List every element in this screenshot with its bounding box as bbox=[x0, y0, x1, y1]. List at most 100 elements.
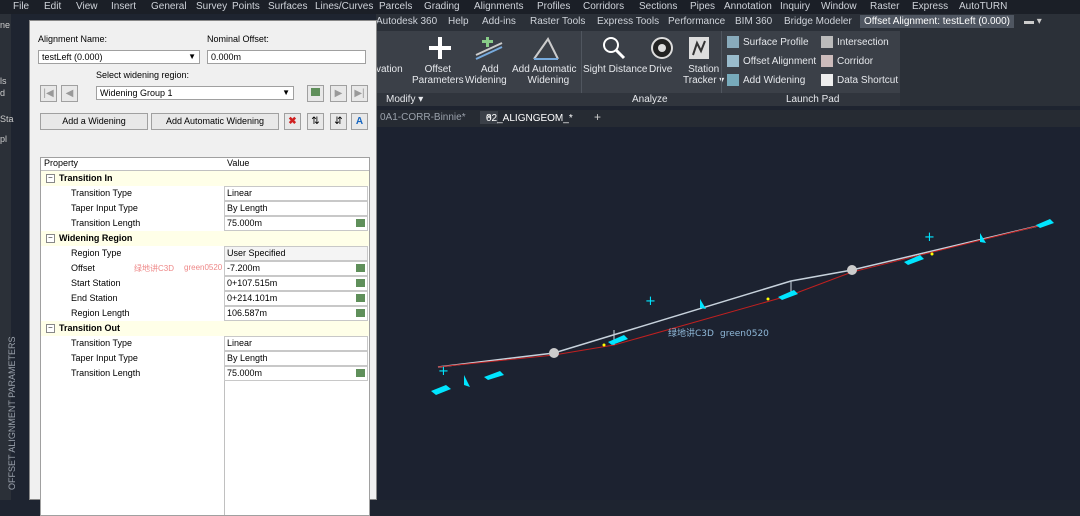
add-automatic-widening-button[interactable]: Add Automatic Widening bbox=[151, 113, 279, 130]
tab-express-tools[interactable]: Express Tools bbox=[597, 16, 659, 27]
property-value[interactable]: By Length bbox=[224, 351, 368, 366]
property-row[interactable]: Transition Length 75.000m bbox=[41, 216, 369, 231]
collapse-icon[interactable]: – bbox=[46, 324, 55, 333]
grip-diamond[interactable] bbox=[778, 290, 798, 300]
property-row[interactable]: Taper Input Type By Length bbox=[41, 201, 369, 216]
alignment-name-dropdown[interactable]: testLeft (0.000) ▼ bbox=[38, 50, 200, 64]
pick-region-button[interactable] bbox=[307, 85, 324, 102]
grip-triangle[interactable] bbox=[464, 375, 470, 387]
menu-survey[interactable]: Survey bbox=[196, 1, 227, 12]
grip-plus[interactable]: + bbox=[645, 294, 656, 309]
property-value[interactable]: By Length bbox=[224, 201, 368, 216]
property-value[interactable]: 0+107.515m bbox=[224, 276, 368, 291]
menu-annotation[interactable]: Annotation bbox=[724, 1, 772, 12]
property-value[interactable]: Linear bbox=[224, 186, 368, 201]
widening-region-dropdown[interactable]: Widening Group 1 ▼ bbox=[96, 86, 294, 100]
grip-diamond[interactable] bbox=[484, 371, 504, 380]
property-value[interactable]: 75.000m bbox=[224, 216, 368, 231]
alignment-line[interactable] bbox=[437, 223, 1047, 368]
property-row[interactable]: Transition Length 75.000m bbox=[41, 366, 369, 381]
corridor-button[interactable]: Corridor bbox=[837, 56, 873, 67]
pick-icon[interactable] bbox=[356, 279, 365, 287]
tab-bridge-modeler[interactable]: Bridge Modeler bbox=[784, 16, 852, 27]
menu-alignments[interactable]: Alignments bbox=[474, 1, 523, 12]
tab-autodesk-360[interactable]: Autodesk 360 bbox=[376, 16, 437, 27]
pick-icon[interactable] bbox=[356, 369, 365, 377]
grip-diamond[interactable] bbox=[431, 385, 451, 395]
sight-distance-button[interactable]: Sight Distance bbox=[583, 64, 647, 75]
tab-raster-tools[interactable]: Raster Tools bbox=[530, 16, 585, 27]
offset-alignment-button[interactable]: Offset Alignment bbox=[743, 56, 816, 67]
intersection-button[interactable]: Intersection bbox=[837, 37, 889, 48]
menu-pipes[interactable]: Pipes bbox=[690, 1, 715, 12]
property-row[interactable]: Region Length 106.587m bbox=[41, 306, 369, 321]
sort-button[interactable]: ⇅ bbox=[307, 113, 324, 130]
menu-file[interactable]: File bbox=[13, 1, 29, 12]
menu-general[interactable]: General bbox=[151, 1, 187, 12]
property-row[interactable]: Transition Type Linear bbox=[41, 186, 369, 201]
menu-profiles[interactable]: Profiles bbox=[537, 1, 570, 12]
next-region-button[interactable]: ▶ bbox=[330, 85, 347, 102]
group-transition-out[interactable]: – Transition Out bbox=[41, 321, 369, 336]
ribbon-elevation-button[interactable]: vation bbox=[376, 64, 403, 75]
menu-view[interactable]: View bbox=[76, 1, 98, 12]
property-value[interactable]: Linear bbox=[224, 336, 368, 351]
doc-tab-corridor[interactable]: 0A1-CORR-Binnie* bbox=[380, 112, 466, 123]
collapse-icon[interactable]: – bbox=[46, 174, 55, 183]
drive-button[interactable]: Drive bbox=[649, 64, 672, 75]
first-region-button[interactable]: |◀ bbox=[40, 85, 57, 102]
property-value[interactable]: User Specified bbox=[224, 246, 368, 261]
menu-window[interactable]: Window bbox=[821, 1, 857, 12]
tab-add-ins[interactable]: Add-ins bbox=[482, 16, 516, 27]
menu-edit[interactable]: Edit bbox=[44, 1, 61, 12]
menu-parcels[interactable]: Parcels bbox=[379, 1, 412, 12]
tab-bar-menu-icon[interactable]: ▬ ▾ bbox=[1024, 16, 1042, 27]
add-widening-button[interactable]: Add a Widening bbox=[40, 113, 148, 130]
grip-diamond[interactable] bbox=[1036, 219, 1054, 228]
station-tracker-button[interactable]: Station Tracker ▾ bbox=[683, 64, 724, 86]
tab-help[interactable]: Help bbox=[448, 16, 469, 27]
property-value[interactable]: 106.587m bbox=[224, 306, 368, 321]
drawing-viewport[interactable]: + + + 绿地讲C3D green0520 bbox=[376, 127, 1080, 500]
grip-triangle[interactable] bbox=[700, 299, 706, 309]
surface-profile-button[interactable]: Surface Profile bbox=[743, 37, 809, 48]
pick-icon[interactable] bbox=[356, 294, 365, 302]
tab-bim-360[interactable]: BIM 360 bbox=[735, 16, 772, 27]
new-tab-button[interactable]: + bbox=[594, 110, 601, 124]
panel-analyze[interactable]: Analyze bbox=[632, 94, 668, 105]
panel-modify[interactable]: Modify ▾ bbox=[386, 94, 423, 105]
text-style-button[interactable]: A bbox=[351, 113, 368, 130]
drawing-canvas[interactable]: + + + 绿地讲C3D green0520 bbox=[376, 127, 1080, 500]
property-value[interactable]: 0+214.101m bbox=[224, 291, 368, 306]
menu-lines-curves[interactable]: Lines/Curves bbox=[315, 1, 373, 12]
property-row[interactable]: End Station 0+214.101m bbox=[41, 291, 369, 306]
menu-express[interactable]: Express bbox=[912, 1, 948, 12]
collapse-icon[interactable]: – bbox=[46, 234, 55, 243]
menu-points[interactable]: Points bbox=[232, 1, 260, 12]
property-value[interactable]: -7.200m bbox=[224, 261, 368, 276]
tab-performance[interactable]: Performance bbox=[668, 16, 725, 27]
group-transition-in[interactable]: – Transition In bbox=[41, 171, 369, 186]
menu-sections[interactable]: Sections bbox=[639, 1, 677, 12]
property-value[interactable]: 75.000m bbox=[224, 366, 368, 381]
grip-plus[interactable]: + bbox=[924, 230, 935, 245]
grip-plus[interactable]: + bbox=[438, 364, 449, 379]
nominal-offset-field[interactable]: 0.000m bbox=[207, 50, 366, 64]
menu-corridors[interactable]: Corridors bbox=[583, 1, 624, 12]
data-shortcut-button[interactable]: Data Shortcut bbox=[837, 75, 898, 86]
menu-inquiry[interactable]: Inquiry bbox=[780, 1, 810, 12]
group-widening-region[interactable]: – Widening Region bbox=[41, 231, 369, 246]
delete-widening-button[interactable]: ✖ bbox=[284, 113, 301, 130]
property-row[interactable]: Transition Type Linear bbox=[41, 336, 369, 351]
menu-insert[interactable]: Insert bbox=[111, 1, 136, 12]
menu-surfaces[interactable]: Surfaces bbox=[268, 1, 307, 12]
pick-icon[interactable] bbox=[356, 309, 365, 317]
last-region-button[interactable]: ▶| bbox=[351, 85, 368, 102]
add-widening-small-button[interactable]: Add Widening bbox=[743, 75, 805, 86]
sort-alpha-button[interactable]: ⇵ bbox=[330, 113, 347, 130]
pick-icon[interactable] bbox=[356, 264, 365, 272]
add-widening-button[interactable]: Add Widening bbox=[465, 64, 507, 86]
pick-icon[interactable] bbox=[356, 219, 365, 227]
offset-parameters-button[interactable]: Offset Parameters bbox=[412, 64, 464, 86]
menu-autoturn[interactable]: AutoTURN bbox=[959, 1, 1007, 12]
